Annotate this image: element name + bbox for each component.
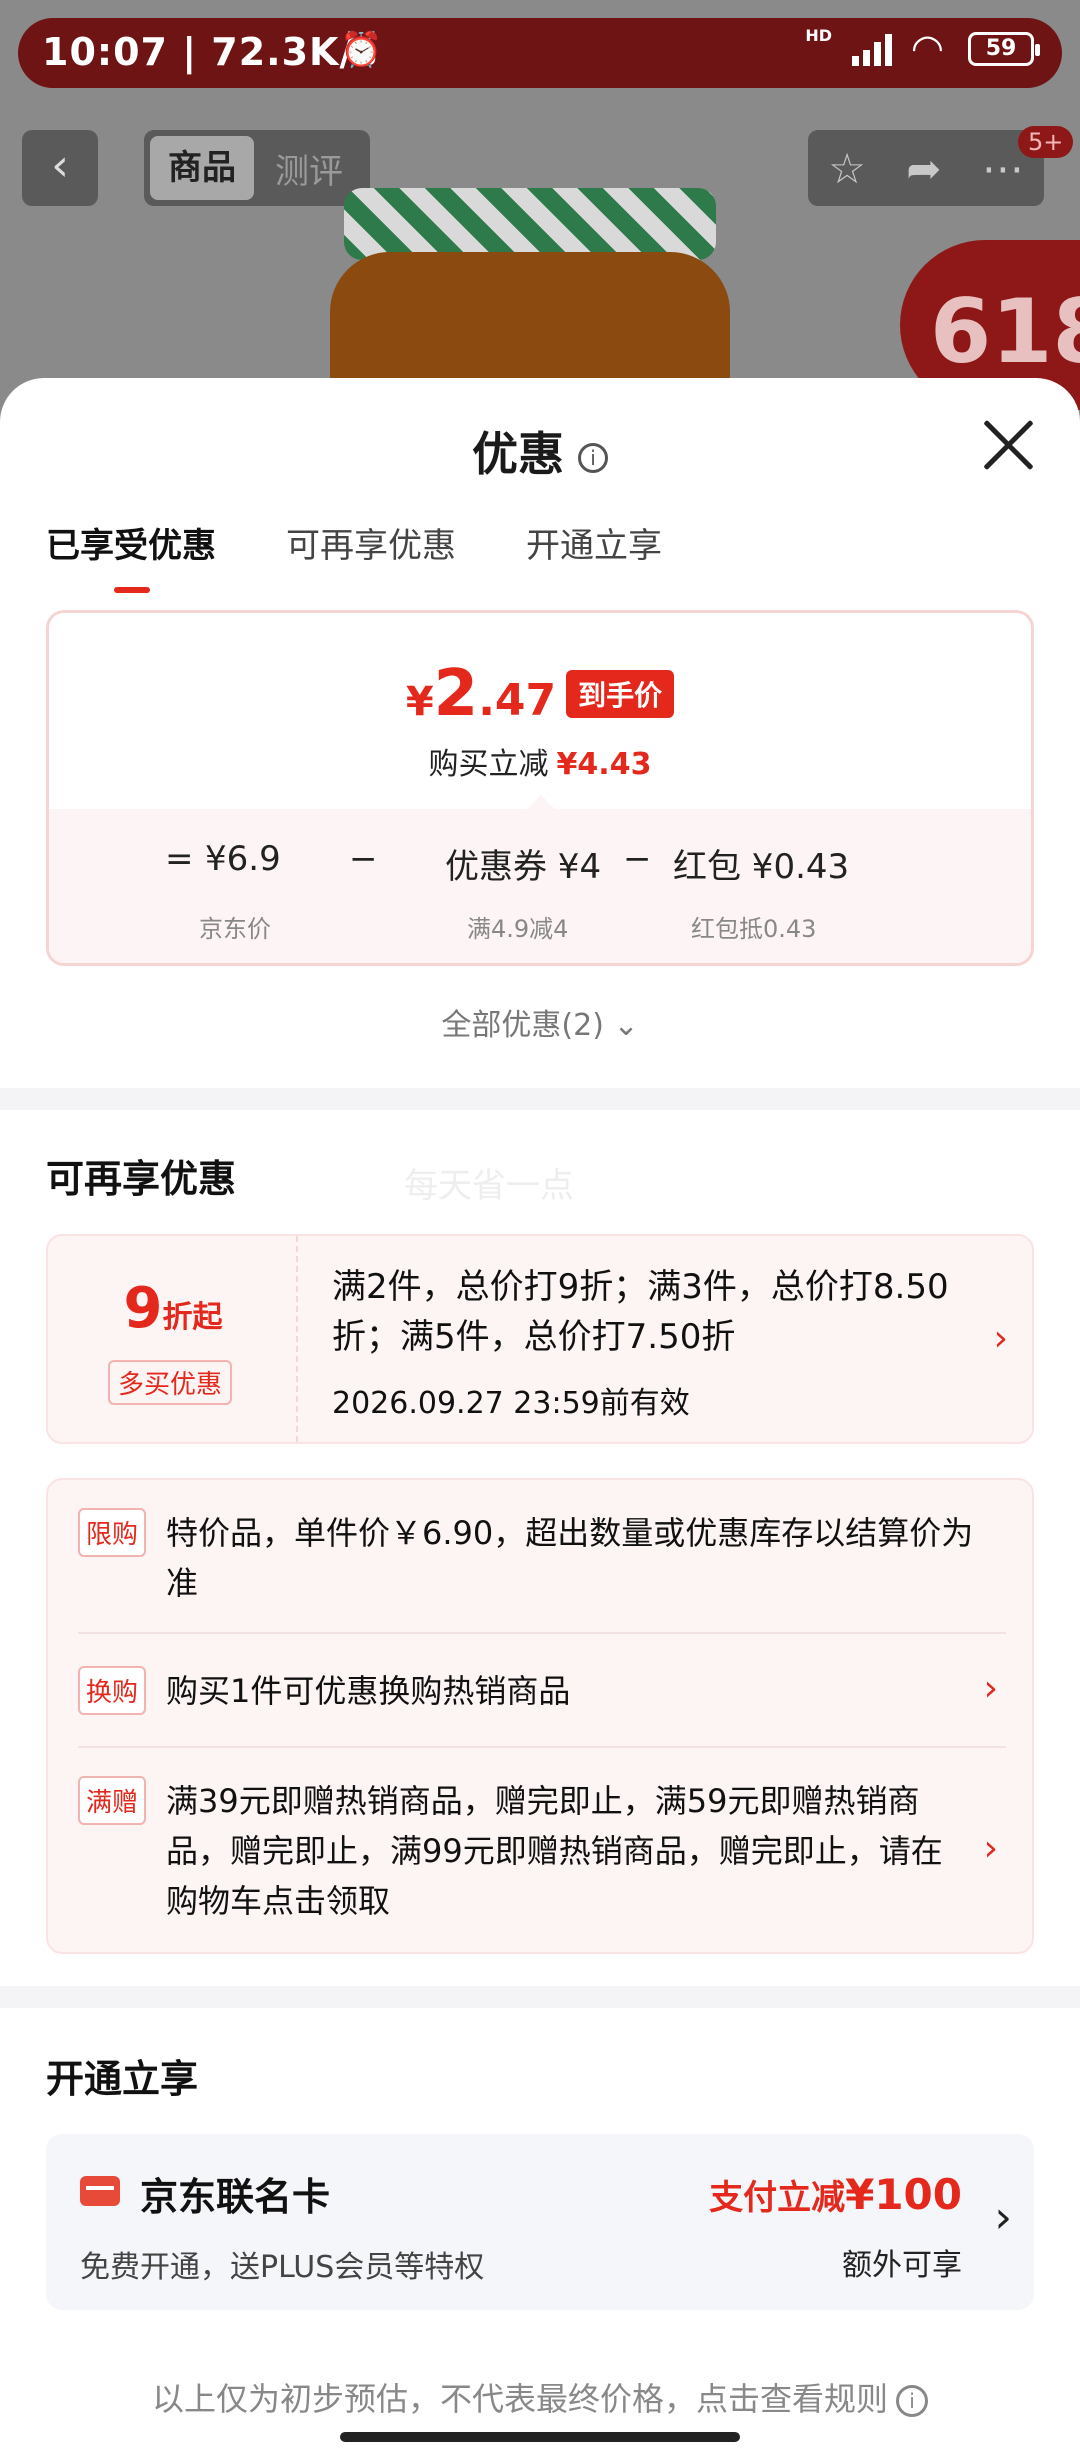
close-icon[interactable] bbox=[982, 418, 1036, 472]
chevron-down-icon: ⌄ bbox=[613, 1008, 639, 1043]
sheet-title: 优惠 i bbox=[0, 418, 1080, 484]
jd-cobrand-card-offer[interactable]: 京东联名卡 免费开通，送PLUS会员等特权 支付立减¥100 额外可享 › bbox=[46, 2134, 1034, 2310]
tab-enjoyed-discounts[interactable]: 已享受优惠 bbox=[46, 518, 216, 593]
multi-buy-badge: 9折起 多买优惠 bbox=[48, 1236, 298, 1442]
status-bar: 10:07 | 72.3K/s ⏰ HD ◠ 59 bbox=[18, 18, 1062, 88]
multi-buy-label: 多买优惠 bbox=[108, 1360, 233, 1405]
header-actions: ☆ ➦ ⋯ bbox=[808, 130, 1044, 206]
promo-text: 特价品，单件价￥6.90，超出数量或优惠库存以结算价为准 bbox=[166, 1514, 974, 1602]
equals-sign: = bbox=[165, 839, 194, 879]
footer-note-text: 以上仅为初步预估，不代表最终价格，点击查看规则 bbox=[151, 2380, 888, 2418]
more-icon[interactable]: ⋯ bbox=[982, 144, 1024, 193]
chevron-right-icon: › bbox=[994, 2192, 1012, 2243]
star-icon[interactable]: ☆ bbox=[828, 144, 866, 193]
info-icon: i bbox=[896, 2385, 928, 2417]
wifi-icon: ◠ bbox=[910, 26, 944, 70]
chevron-right-icon: › bbox=[993, 1318, 1008, 1359]
jd-price: ¥6.9 bbox=[205, 839, 281, 879]
coupon-amount: 优惠券 ¥4 bbox=[445, 847, 602, 887]
product-page-background: 10:07 | 72.3K/s ⏰ HD ◠ 59 ‹ 商品 测评 ☆ ➦ ⋯ … bbox=[0, 0, 1080, 420]
promo-divider bbox=[78, 1746, 1006, 1748]
discount-unit: 折起 bbox=[162, 1300, 223, 1335]
watermark: 每天省一点 bbox=[404, 1166, 574, 1206]
reduce-amount: ¥4.43 bbox=[556, 747, 652, 782]
promo-item-limit: 限购 特价品，单件价￥6.90，超出数量或优惠库存以结算价为准 bbox=[78, 1508, 998, 1602]
instant-reduction: 购买立减 ¥4.43 bbox=[49, 739, 1031, 783]
alarm-icon: ⏰ bbox=[340, 30, 383, 70]
card-promo-prefix: 支付立减 bbox=[709, 2178, 846, 2218]
sheet-title-text: 优惠 bbox=[472, 427, 564, 481]
redpacket-amount: 红包 ¥0.43 bbox=[673, 847, 850, 887]
tab-open-enjoy[interactable]: 开通立享 bbox=[526, 518, 662, 567]
promo-text: 购买1件可优惠换购热销商品 bbox=[166, 1672, 571, 1710]
chevron-right-icon: › bbox=[983, 1668, 998, 1709]
info-icon[interactable]: i bbox=[578, 442, 608, 473]
price-breakdown: = ¥6.9 − 优惠券 ¥4 − 红包 ¥0.43 京东价 满4.9减4 红包… bbox=[49, 795, 1031, 963]
share-icon[interactable]: ➦ bbox=[906, 144, 941, 193]
discount-sheet: 优惠 i 已享受优惠 可再享优惠 开通立享 ¥2.47 到手价 购买立减 ¥4.43 … bbox=[0, 378, 1080, 2460]
final-price-tag: 到手价 bbox=[566, 670, 675, 718]
minus-sign: − bbox=[623, 839, 652, 879]
status-time: 10:07 | 72.3K/s bbox=[42, 30, 378, 74]
chevron-right-icon: › bbox=[983, 1828, 998, 1869]
section-title-open: 开通立享 bbox=[46, 2057, 199, 2101]
battery-icon: 59 bbox=[968, 32, 1040, 66]
rules-footer[interactable]: 以上仅为初步预估，不代表最终价格，点击查看规则 i bbox=[0, 2374, 1080, 2420]
minus-sign: − bbox=[349, 839, 378, 879]
promo-divider bbox=[78, 1632, 1006, 1634]
section-divider bbox=[0, 1088, 1080, 1110]
multi-buy-discount: 9折起 bbox=[48, 1276, 298, 1341]
tab-product[interactable]: 商品 bbox=[150, 136, 254, 200]
coupon-label: 满4.9减4 bbox=[467, 915, 569, 943]
system-nav-bar bbox=[0, 2418, 1080, 2460]
multi-buy-card[interactable]: 9折起 多买优惠 满2件，总价打9折；满3件，总价打8.50折；满5件，总价打7… bbox=[46, 1234, 1034, 1444]
multi-buy-valid-date: 2026.09.27 23:59前有效 bbox=[332, 1386, 690, 1421]
promo-list-card: 限购 特价品，单件价￥6.90，超出数量或优惠库存以结算价为准 换购 购买1件可… bbox=[46, 1478, 1034, 1954]
back-button[interactable]: ‹ bbox=[22, 130, 98, 206]
card-name: 京东联名卡 bbox=[140, 2175, 331, 2219]
promo-item-exchange[interactable]: 换购 购买1件可优惠换购热销商品 › bbox=[78, 1666, 998, 1716]
tab-review[interactable]: 测评 bbox=[254, 144, 364, 193]
network-type: HD bbox=[805, 26, 832, 45]
discount-number: 9 bbox=[123, 1276, 163, 1341]
home-indicator[interactable] bbox=[340, 2432, 740, 2442]
tab-more-discounts[interactable]: 可再享优惠 bbox=[286, 518, 456, 567]
price-decimal: .47 bbox=[478, 675, 557, 726]
all-discounts-toggle[interactable]: 全部优惠(2) ⌄ bbox=[0, 1000, 1080, 1044]
final-price-card: ¥2.47 到手价 购买立减 ¥4.43 = ¥6.9 − 优惠券 ¥4 − 红包 … bbox=[46, 610, 1034, 966]
signal-icon bbox=[852, 32, 892, 66]
notification-badge: 5+ bbox=[1018, 126, 1074, 158]
reduce-label: 购买立减 bbox=[428, 747, 549, 782]
jd-price-label: 京东价 bbox=[199, 915, 271, 943]
multi-buy-rules: 满2件，总价打9折；满3件，总价打8.50折；满5件，总价打7.50折 bbox=[332, 1267, 949, 1357]
promo-item-gift[interactable]: 满赠 满39元即赠热销商品，赠完即止，满59元即赠热销商品，赠完即止，满99元即… bbox=[78, 1776, 998, 1926]
final-price: ¥2.47 到手价 bbox=[49, 657, 1031, 731]
price-integer: 2 bbox=[433, 657, 479, 731]
promo-text: 满39元即赠热销商品，赠完即止，满59元即赠热销商品，赠完即止，满99元即赠热销… bbox=[166, 1782, 943, 1920]
section-divider bbox=[0, 1986, 1080, 2008]
card-extra: 额外可享 bbox=[842, 2248, 962, 2283]
promo-tag: 换购 bbox=[78, 1666, 147, 1715]
card-promo: 支付立减¥100 bbox=[709, 2170, 962, 2219]
discount-tabs: 已享受优惠 可再享优惠 开通立享 bbox=[46, 518, 662, 593]
promo-tag: 限购 bbox=[78, 1508, 147, 1557]
all-discounts-label: 全部优惠(2) bbox=[441, 1008, 604, 1043]
card-desc: 免费开通，送PLUS会员等特权 bbox=[80, 2250, 485, 2285]
jar-lid bbox=[344, 188, 716, 260]
redpacket-label: 红包抵0.43 bbox=[691, 915, 817, 943]
price-currency: ¥ bbox=[405, 679, 434, 725]
section-title-more: 可再享优惠 bbox=[46, 1157, 237, 1201]
card-promo-amount: ¥100 bbox=[845, 2170, 962, 2219]
credit-card-icon bbox=[80, 2176, 120, 2206]
promo-tag: 满赠 bbox=[78, 1776, 147, 1825]
